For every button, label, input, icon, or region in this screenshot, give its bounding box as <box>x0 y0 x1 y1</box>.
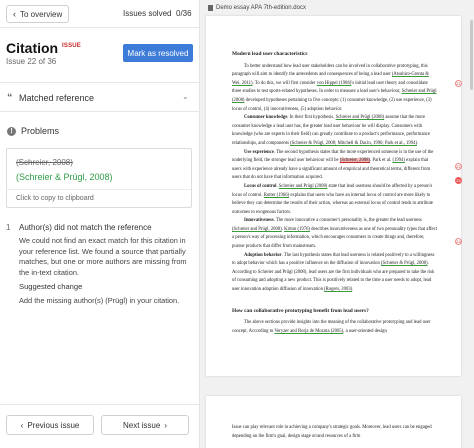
document-name: Demo essay APA 7th-edition.docx <box>208 5 306 11</box>
next-issue-button[interactable]: Next issue › <box>101 415 189 435</box>
citation-mark[interactable]: (Schreier and Prügl, 2008) <box>232 227 282 232</box>
citation-title: Citation <box>6 40 59 56</box>
to-overview-label: To overview <box>20 9 63 19</box>
text: . The more innovative a consumer's perso… <box>273 218 422 224</box>
subheading: Adoption behavior <box>244 252 282 258</box>
text: . <box>417 140 419 146</box>
mark-as-resolved-button[interactable]: Mark as resolved <box>123 44 193 62</box>
text: developed hypotheses pertaining to five … <box>232 97 432 112</box>
document-page-2: Issue can play relevant role in achievin… <box>206 396 461 448</box>
text: . To do this, we will first consider <box>252 80 317 86</box>
citation-mark[interactable]: Rotter (1966) <box>264 193 289 198</box>
citation-mark[interactable]: Kirton (1976) <box>284 227 310 232</box>
issue-navigation: ‹ Previous issue Next issue › <box>0 404 200 448</box>
document-icon <box>208 5 213 11</box>
paragraph: The above sections provide insights into… <box>232 319 437 336</box>
issue-panel: ‹ To overview Issues solved 0/36 Citatio… <box>0 0 200 448</box>
citation-mark[interactable]: Veryzer and Borja de Mozota (2005) <box>274 329 343 334</box>
subheading: Locus of control <box>244 183 277 189</box>
arrow-left-icon: ‹ <box>20 420 24 430</box>
margin-issue-marker[interactable]: 24 <box>455 238 462 245</box>
section-heading: Modern lead user characteristics <box>232 51 308 57</box>
text: . Park et al. <box>370 158 393 164</box>
text: . In their first hypothesis, <box>287 115 336 121</box>
suggested-change-text: Add the missing author(s) (Prügl) in you… <box>19 296 180 305</box>
paragraph: Use experience. The second hypothesis st… <box>232 149 437 183</box>
issues-solved-label: Issues solved <box>123 9 172 18</box>
text: . <box>352 287 354 293</box>
matched-reference-section[interactable]: “ Matched reference ⌄ <box>0 82 200 112</box>
quote-icon: “ <box>7 92 13 104</box>
issue-counter: Issue 22 of 36 <box>6 57 57 66</box>
problems-label: Problems <box>21 126 60 136</box>
problem-title: Author(s) did not match the reference <box>19 223 152 232</box>
issue-badge: ISSUE <box>62 43 82 49</box>
citation-mark[interactable]: von Hippel (1986) <box>317 81 352 86</box>
section-heading: How can collaborative prototyping benefi… <box>232 307 369 314</box>
margin-issue-marker[interactable]: 22 <box>455 163 462 170</box>
citation-mark[interactable]: Schreier and Prügl (2008) <box>279 184 328 189</box>
paragraph: Adoption behavior. The last hypothesis s… <box>232 252 437 295</box>
paragraph: Innovativeness. The more innovative a co… <box>232 217 437 251</box>
previous-issue-label: Previous issue <box>27 420 80 430</box>
citation-mark[interactable]: Schreier and Prügl (2008) <box>336 115 385 120</box>
info-icon: ! <box>7 127 16 136</box>
paragraph: Locus of control. Schreier and Prügl (20… <box>232 183 437 217</box>
margin-issue-marker-active[interactable]: 23 <box>455 177 462 184</box>
problem-description: We could not find an exact match for thi… <box>19 236 187 277</box>
suggested-change-label: Suggested change <box>19 282 83 291</box>
old-citation: (Schreier, 2008) <box>16 158 73 167</box>
paragraph: Consumer knowledge. In their first hypot… <box>232 114 437 148</box>
arrow-right-icon: › <box>164 420 168 430</box>
scrollbar[interactable] <box>470 20 473 90</box>
previous-issue-button[interactable]: ‹ Previous issue <box>6 415 94 435</box>
document-filename: Demo essay APA 7th-edition.docx <box>216 5 306 11</box>
issues-solved-count: 0/36 <box>176 9 192 18</box>
new-citation[interactable]: (Schreier & Prügl, 2008) <box>16 172 113 182</box>
next-issue-label: Next issue <box>122 420 161 430</box>
paragraph: Issue can play relevant role in achievin… <box>232 425 432 439</box>
citation-mark[interactable]: (Schreier & Prügl, 2008) <box>381 261 428 266</box>
citation-suggestion-box[interactable]: (Schreier, 2008) (Schreier & Prügl, 2008… <box>6 148 192 208</box>
copy-to-clipboard[interactable]: Click to copy to clipboard <box>7 189 191 207</box>
document-page: Modern lead user characteristics To bett… <box>206 16 461 376</box>
citation-heading: Citation ISSUE <box>6 40 81 58</box>
active-citation-mark[interactable]: (Schreier, 2008) <box>339 158 371 164</box>
to-overview-button[interactable]: ‹ To overview <box>6 5 70 23</box>
text: , a user-oriented design <box>343 328 387 334</box>
citation-mark[interactable]: (1994) <box>392 158 405 163</box>
subheading: Consumer knowledge <box>244 115 288 121</box>
citation-mark[interactable]: (Rogers, 2003) <box>324 287 352 292</box>
arrow-left-icon: ‹ <box>13 9 16 19</box>
matched-reference-label: Matched reference <box>19 93 95 103</box>
document-viewer[interactable]: Demo essay APA 7th-edition.docx Modern l… <box>200 0 474 448</box>
chevron-down-icon[interactable]: ⌄ <box>182 92 189 101</box>
subheading: Innovativeness <box>244 218 274 224</box>
paragraph: To better understand how lead user stake… <box>232 63 437 115</box>
problem-number: 1 <box>6 223 11 232</box>
issue-topbar: ‹ To overview Issues solved 0/36 <box>0 0 200 28</box>
subheading: Use experience <box>244 149 274 155</box>
citation-mark[interactable]: (Schreier & Prügl, 2008; Mitchell & Daci… <box>290 141 417 146</box>
margin-issue-marker[interactable]: 21 <box>455 80 462 87</box>
